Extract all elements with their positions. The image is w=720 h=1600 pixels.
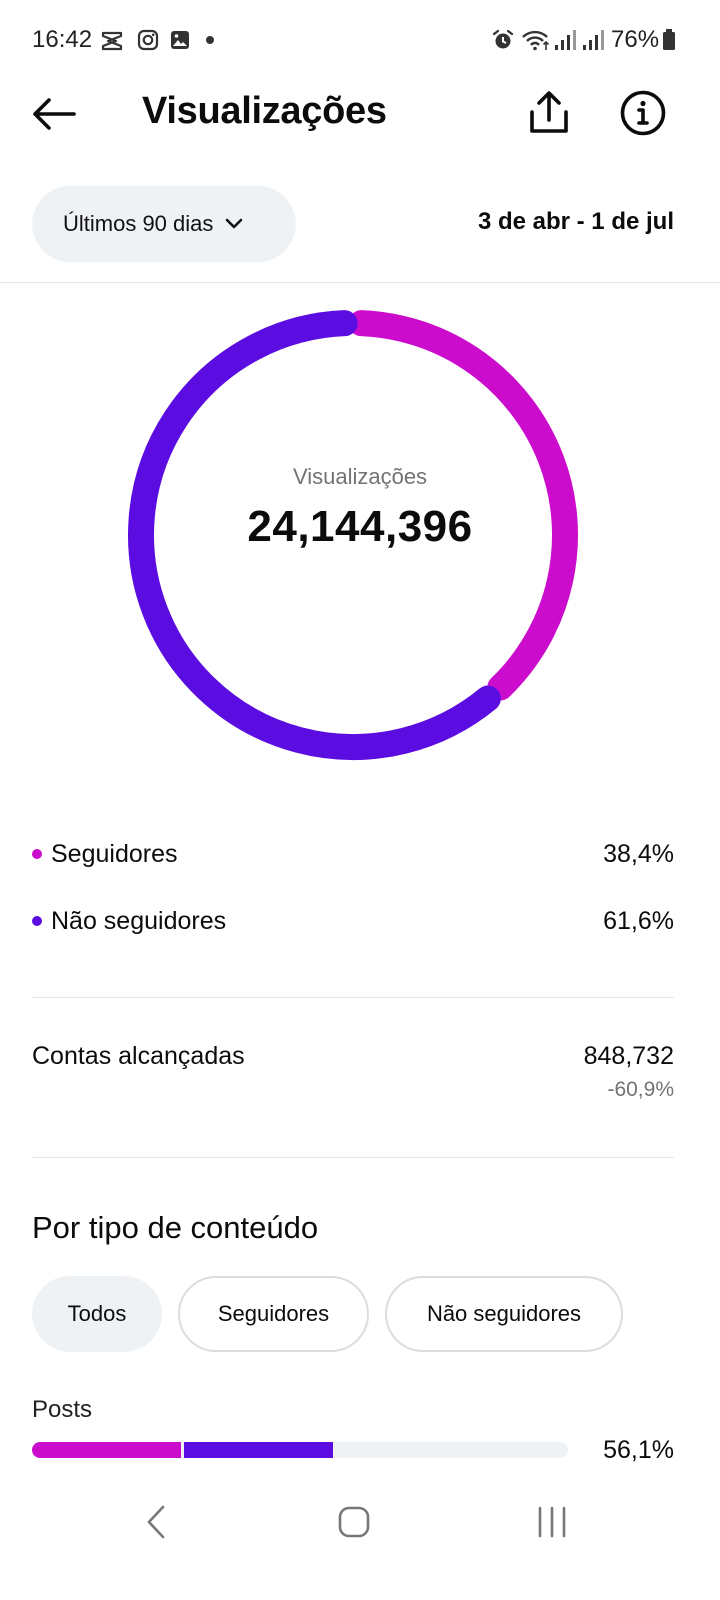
share-button[interactable] <box>520 84 578 142</box>
info-icon <box>620 90 666 136</box>
posts-bar-non-followers <box>183 1442 333 1458</box>
nav-home-icon <box>338 1506 370 1538</box>
signal-icon <box>583 30 604 50</box>
legend-label: Não seguidores <box>51 906 227 935</box>
period-label: Últimos 90 dias <box>63 211 214 236</box>
posts-bar-followers <box>32 1442 181 1458</box>
divider <box>32 1157 674 1158</box>
nav-back-icon <box>147 1505 165 1539</box>
nav-recents-icon <box>538 1506 566 1538</box>
tab-all[interactable]: Todos <box>32 1276 162 1352</box>
gallery-icon <box>171 31 189 49</box>
battery-percent: 76% <box>611 26 660 53</box>
section-title: Por tipo de conteúdo <box>32 1210 319 1245</box>
capcut-icon <box>101 31 123 51</box>
share-icon <box>530 91 568 133</box>
legend-label: Seguidores <box>51 839 178 868</box>
reach-change: -60,9% <box>607 1078 674 1101</box>
instagram-icon <box>137 29 159 51</box>
donut-center-value: 24,144,396 <box>247 502 473 551</box>
legend-dot-followers <box>32 849 42 859</box>
nav-back-button[interactable] <box>116 1494 196 1550</box>
legend-dot-non-followers <box>32 916 42 926</box>
nav-recents-button[interactable] <box>512 1494 592 1550</box>
divider <box>32 997 674 998</box>
legend-row-followers: Seguidores 38,4% <box>32 834 674 874</box>
chevron-down-icon <box>226 218 243 229</box>
page-title: Visualizações <box>142 90 387 132</box>
nav-home-button[interactable] <box>314 1494 394 1550</box>
wifi-icon <box>522 30 550 51</box>
legend-value: 38,4% <box>603 839 674 868</box>
back-button[interactable] <box>24 86 84 142</box>
date-range: 3 de abr - 1 de jul <box>477 208 674 235</box>
posts-label: Posts <box>32 1396 93 1423</box>
posts-percent: 56,1% <box>603 1436 674 1464</box>
signal-icon <box>555 30 576 50</box>
status-time: 16:42 <box>32 26 93 53</box>
tab-non-followers[interactable]: Não seguidores <box>385 1276 623 1352</box>
info-button[interactable] <box>614 84 672 142</box>
legend-row-non-followers: Não seguidores 61,6% <box>32 901 674 941</box>
reach-value: 848,732 <box>583 1042 674 1070</box>
reach-label: Contas alcançadas <box>32 1042 245 1070</box>
alarm-icon <box>492 29 514 49</box>
battery-icon <box>663 29 675 50</box>
period-dropdown[interactable]: Últimos 90 dias <box>32 186 296 262</box>
legend-value: 61,6% <box>603 906 674 935</box>
posts-bar <box>32 1442 568 1458</box>
back-arrow-icon <box>33 98 76 130</box>
notification-dot <box>206 36 214 44</box>
tab-followers[interactable]: Seguidores <box>178 1276 369 1352</box>
donut-center-label: Visualizações <box>292 464 428 489</box>
